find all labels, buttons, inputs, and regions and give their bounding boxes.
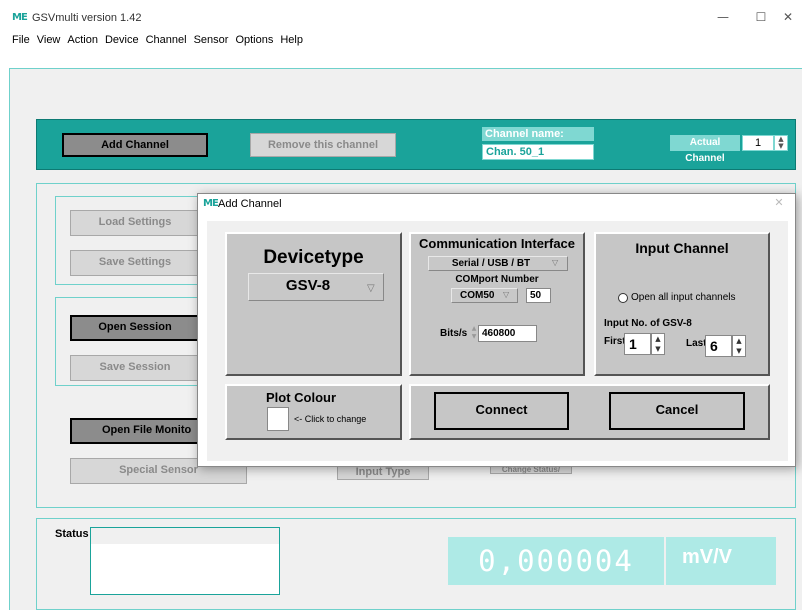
dialog-title-bar <box>198 194 795 216</box>
dialog-logo: ME <box>203 198 219 209</box>
measurement-value-display: 0,000004 <box>448 537 664 585</box>
app-logo: ME <box>12 12 28 23</box>
connect-button[interactable]: Connect <box>434 392 569 430</box>
comport-timeout-input[interactable]: 50 <box>526 288 551 303</box>
stepper-down-icon[interactable]: ▼ <box>472 333 477 340</box>
first-channel-input[interactable]: 1 <box>624 333 651 355</box>
menu-help[interactable]: Help <box>280 32 303 50</box>
bits-per-second-input[interactable]: 460800 <box>478 325 537 342</box>
remove-channel-button[interactable]: Remove this channel <box>250 133 396 157</box>
last-channel-input[interactable]: 6 <box>705 335 732 357</box>
plot-colour-swatch[interactable] <box>267 407 289 431</box>
menu-options[interactable]: Options <box>235 32 273 50</box>
stepper-down-icon[interactable]: ▼ <box>778 142 783 150</box>
comport-label: COMport Number <box>455 274 539 285</box>
open-file-monitor-button[interactable]: Open File Monito <box>70 418 200 444</box>
load-settings-button[interactable]: Load Settings <box>70 210 200 236</box>
chevron-down-icon[interactable]: ▽ <box>552 258 558 267</box>
actual-channel-stepper[interactable]: ▲ ▼ <box>774 135 788 151</box>
menu-sensor[interactable]: Sensor <box>194 32 229 50</box>
chevron-down-icon[interactable]: ▽ <box>367 283 375 294</box>
menu-file[interactable]: File <box>12 32 30 50</box>
plot-colour-hint: <- Click to change <box>294 414 367 424</box>
menu-action[interactable]: Action <box>67 32 98 50</box>
input-number-label: Input No. of GSV-8 <box>604 318 692 329</box>
channel-name-input[interactable]: Chan. 50_1 <box>482 144 594 160</box>
dialog-close-icon[interactable]: ✕ <box>768 196 790 212</box>
stepper-down-icon[interactable]: ▼ <box>655 345 660 353</box>
bits-stepper[interactable]: ▲ ▼ <box>470 325 478 342</box>
add-channel-button[interactable]: Add Channel <box>62 133 208 157</box>
stepper-up-icon[interactable]: ▲ <box>736 337 741 345</box>
open-all-channels-radio[interactable] <box>618 293 628 303</box>
devicetype-select[interactable]: GSV-8 <box>248 273 384 301</box>
interface-select[interactable]: Serial / USB / BT <box>428 256 568 271</box>
save-session-button[interactable]: Save Session <box>70 355 200 381</box>
bits-per-second-label: Bits/s <box>440 328 468 339</box>
change-status-button[interactable]: Change Status/ <box>490 466 572 474</box>
close-button[interactable]: ✕ <box>775 6 801 28</box>
status-box-header <box>91 528 279 544</box>
measurement-unit-display: mV/V <box>666 537 776 585</box>
input-type-button[interactable]: Input Type <box>337 466 429 480</box>
actual-channel-input[interactable]: 1 <box>742 135 774 151</box>
save-settings-button[interactable]: Save Settings <box>70 250 200 276</box>
last-channel-stepper[interactable]: ▲ ▼ <box>732 335 746 357</box>
open-all-channels-label[interactable]: Open all input channels <box>631 292 736 303</box>
channel-name-label: Channel name: <box>482 127 594 141</box>
plot-colour-title: Plot Colour <box>265 390 337 405</box>
communication-title: Communication Interface <box>418 236 576 251</box>
window-title: GSVmulti version 1.42 <box>32 12 142 24</box>
actual-channel-label: Actual Channel <box>670 135 740 164</box>
menu-view[interactable]: View <box>37 32 61 50</box>
cancel-button[interactable]: Cancel <box>609 392 745 430</box>
chevron-down-icon[interactable]: ▽ <box>503 290 509 299</box>
open-session-button[interactable]: Open Session <box>70 315 200 341</box>
menu-bar: File View Action Device Channel Sensor O… <box>0 32 802 50</box>
input-channel-title: Input Channel <box>635 240 729 256</box>
status-label: Status <box>55 528 89 540</box>
stepper-up-icon[interactable]: ▲ <box>655 335 660 343</box>
menu-device[interactable]: Device <box>105 32 139 50</box>
devicetype-title: Devicetype <box>263 247 364 268</box>
first-channel-label: First <box>604 336 626 347</box>
communication-panel <box>409 232 585 376</box>
menu-channel[interactable]: Channel <box>146 32 187 50</box>
dialog-title: Add Channel <box>218 198 282 210</box>
last-channel-label: Last <box>686 338 707 349</box>
stepper-down-icon[interactable]: ▼ <box>736 347 741 355</box>
stepper-up-icon[interactable]: ▲ <box>472 325 477 332</box>
first-channel-stepper[interactable]: ▲ ▼ <box>651 333 665 355</box>
